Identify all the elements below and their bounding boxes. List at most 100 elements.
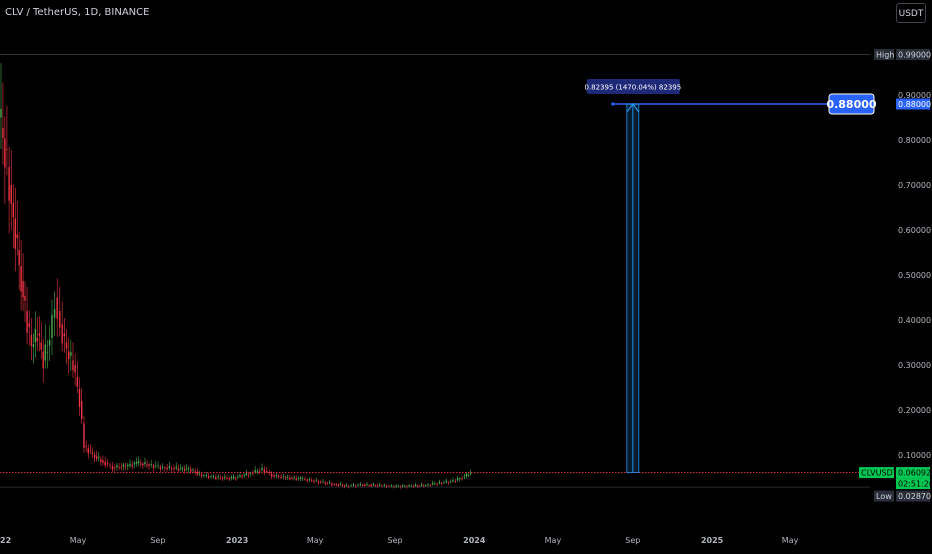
candle-body xyxy=(40,342,42,350)
target-label-text: 0.88000 xyxy=(826,98,876,111)
price-tick-label: 0.80000 xyxy=(898,136,931,145)
candle-body xyxy=(219,477,222,479)
chart-stage[interactable]: 0.90000 0.80000 0.70000 0.60000 0.50000 0.400… xyxy=(0,0,932,550)
candle-body xyxy=(418,485,421,487)
candle-body xyxy=(215,477,217,479)
time-axis[interactable]: 2022 May Sep 2023 May Sep 2024 May Sep 2025 May xyxy=(0,536,799,545)
candle-body xyxy=(118,467,120,468)
price-tick-label: 0.70000 xyxy=(898,181,931,190)
candle-body xyxy=(374,485,377,487)
candle-body xyxy=(378,484,381,486)
candle-body xyxy=(109,464,111,466)
candle-body xyxy=(177,468,180,471)
low-tag-text: Low xyxy=(876,492,892,501)
candle-body xyxy=(447,482,450,483)
candle-body xyxy=(467,474,470,476)
candle-body xyxy=(70,352,72,356)
candle-body xyxy=(224,476,226,478)
candle-body xyxy=(146,464,148,466)
candle-body xyxy=(127,464,129,467)
time-tick-label: May xyxy=(70,536,87,545)
candle-body xyxy=(91,452,94,454)
candle-body xyxy=(313,480,315,483)
candle-body xyxy=(434,483,436,485)
candle-body xyxy=(282,476,285,478)
drawing-overlays[interactable]: 0.88000 0.82395 (1470.04%) 82395 High 0.990… xyxy=(0,49,932,502)
candle-body xyxy=(263,469,266,473)
candle-body xyxy=(122,464,125,467)
candle-body xyxy=(395,485,397,487)
candle-body xyxy=(416,485,419,487)
candle-body xyxy=(335,484,337,486)
candle-body xyxy=(78,389,81,407)
candle-body xyxy=(289,477,291,480)
candle-body xyxy=(280,476,282,479)
candle-body xyxy=(445,480,447,483)
candle-body xyxy=(44,344,46,361)
candle-body xyxy=(450,481,452,483)
candle-body xyxy=(345,484,348,486)
candle-body xyxy=(89,450,92,452)
time-tick-label: Sep xyxy=(388,536,403,545)
currency-button[interactable]: USDT xyxy=(896,3,926,23)
high-value-badge: 0.99000 xyxy=(896,49,931,60)
candle-body xyxy=(376,485,379,487)
symbol-title: CLV / TetherUS, 1D, BINANCE xyxy=(5,7,149,18)
price-axis[interactable]: 0.900000.800000.700000.600000.500000.400… xyxy=(898,91,931,460)
candle-body xyxy=(38,333,41,336)
candle-body xyxy=(93,455,96,458)
candle-body xyxy=(357,485,359,486)
candle-body xyxy=(221,477,224,479)
candle-body xyxy=(111,466,114,470)
candle-body xyxy=(226,478,228,479)
candle-body xyxy=(252,473,254,474)
candle-body xyxy=(304,479,306,481)
candle-body xyxy=(295,478,297,480)
candle-body xyxy=(297,478,300,480)
candle-body xyxy=(2,128,4,138)
high-tag: High xyxy=(874,49,894,60)
candle-body xyxy=(410,486,412,487)
candle-body xyxy=(63,333,66,337)
candle-body xyxy=(317,481,320,484)
candle-body xyxy=(144,462,146,464)
low-value-badge-text: 0.02870 xyxy=(898,492,931,501)
candle-body xyxy=(150,464,152,465)
candle-body xyxy=(98,456,100,458)
candle-body xyxy=(364,484,366,487)
candle-body xyxy=(104,461,106,466)
candle-body xyxy=(261,467,263,471)
candle-body xyxy=(74,365,76,373)
candle-body xyxy=(266,470,268,473)
candle-body xyxy=(243,474,245,476)
candle-body xyxy=(190,469,192,472)
candle-body xyxy=(230,477,233,479)
candle-body xyxy=(161,466,164,468)
candle-body xyxy=(337,484,340,487)
candle-body xyxy=(187,468,190,470)
candle-body xyxy=(102,460,104,463)
candle-body xyxy=(293,477,295,479)
candle-body xyxy=(183,468,186,471)
candle-body xyxy=(173,468,175,470)
candle-body xyxy=(10,185,12,204)
candle-body xyxy=(116,465,118,468)
candle-body xyxy=(166,467,168,470)
price-tick-label: 0.40000 xyxy=(898,316,931,325)
target-price-label[interactable]: 0.88000 xyxy=(826,93,877,115)
candle-body xyxy=(284,477,287,479)
countdown-badge-text: 02:51:20 xyxy=(898,480,932,489)
candle-body xyxy=(372,484,375,486)
time-tick-label: 2025 xyxy=(701,536,724,545)
candle-body xyxy=(235,477,237,479)
candle-body xyxy=(170,468,173,469)
candle-body xyxy=(65,342,68,349)
candle-body xyxy=(34,328,37,343)
target-line-handle[interactable] xyxy=(611,102,615,106)
candle-body xyxy=(42,351,44,369)
candle-body xyxy=(469,472,472,474)
candle-body xyxy=(326,482,329,484)
candle-body xyxy=(459,478,461,480)
price-chart[interactable]: 0.900000.800000.700000.600000.500000.400… xyxy=(0,0,932,550)
candle-body xyxy=(247,474,250,476)
